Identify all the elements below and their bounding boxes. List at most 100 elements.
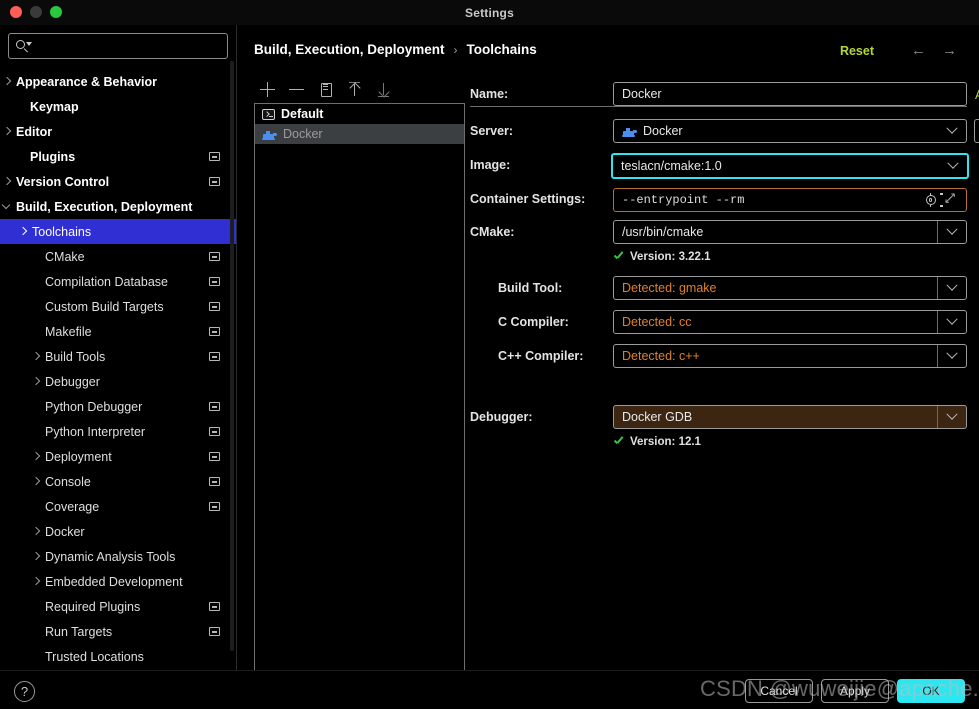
- sidebar-item-deployment[interactable]: Deployment: [0, 444, 236, 469]
- chevron-right-icon[interactable]: [31, 352, 41, 362]
- form-divider: [470, 106, 967, 107]
- sidebar-item-label: Compilation Database: [45, 274, 168, 289]
- project-scope-icon: [209, 602, 220, 611]
- chevron-right-icon[interactable]: [2, 127, 12, 137]
- forward-arrow-icon[interactable]: →: [942, 43, 957, 58]
- chevron-down-icon[interactable]: [2, 202, 12, 212]
- container-settings-gear-icon[interactable]: [924, 192, 943, 208]
- chevron-right-icon[interactable]: [31, 452, 41, 462]
- cpp-compiler-row: C++ Compiler: Detected: c++: [470, 339, 970, 373]
- cpp-compiler-value: Detected: c++: [622, 349, 700, 363]
- toolchain-list-item[interactable]: Docker: [255, 124, 464, 144]
- sidebar-item-run-targets[interactable]: Run Targets: [0, 619, 236, 644]
- project-scope-icon: [209, 302, 220, 311]
- move-up-icon[interactable]: [347, 81, 362, 97]
- sidebar-item-version-control[interactable]: Version Control: [0, 169, 236, 194]
- sidebar-item-build-execution-deployment[interactable]: Build, Execution, Deployment: [0, 194, 236, 219]
- c-compiler-chevron-down-icon[interactable]: [938, 311, 966, 333]
- settings-window: Settings Appearance & Behavior Keymap Edit…: [0, 0, 979, 709]
- add-environment-label: Add environment: [975, 88, 979, 102]
- chevron-right-icon[interactable]: [31, 377, 41, 387]
- settings-sidebar: Appearance & Behavior Keymap Editor Plugins…: [0, 25, 237, 670]
- zoom-window-button[interactable]: [50, 6, 62, 18]
- cancel-button[interactable]: Cancel: [745, 679, 813, 703]
- container-settings-label: Container Settings:: [470, 192, 586, 206]
- add-icon[interactable]: [260, 81, 275, 97]
- move-down-icon[interactable]: [376, 82, 391, 97]
- minimize-window-button[interactable]: [30, 6, 42, 18]
- back-arrow-icon[interactable]: ←: [911, 43, 926, 58]
- sidebar-item-makefile[interactable]: Makefile: [0, 319, 236, 344]
- copy-icon[interactable]: [318, 82, 333, 97]
- sidebar-item-label: Build, Execution, Deployment: [16, 199, 193, 214]
- add-environment-link[interactable]: Add environment ⌄: [975, 87, 979, 102]
- sidebar-item-label: Plugins: [30, 149, 76, 164]
- chevron-right-icon[interactable]: [31, 577, 41, 587]
- sidebar-item-dynamic-analysis-tools[interactable]: Dynamic Analysis Tools: [0, 544, 236, 569]
- sidebar-scrollbar[interactable]: [230, 61, 234, 651]
- breadcrumb-leaf: Toolchains: [466, 42, 537, 57]
- window-controls[interactable]: [10, 6, 62, 18]
- search-box[interactable]: [8, 33, 228, 59]
- sidebar-item-editor[interactable]: Editor: [0, 119, 236, 144]
- remove-icon[interactable]: [289, 82, 304, 97]
- container-settings-field[interactable]: --entrypoint --rm: [613, 188, 967, 212]
- cmake-chevron-down-icon[interactable]: [938, 221, 966, 243]
- cpp-compiler-combo[interactable]: Detected: c++: [613, 344, 967, 368]
- server-combo[interactable]: Docker: [613, 119, 967, 143]
- sidebar-item-compilation-database[interactable]: Compilation Database: [0, 269, 236, 294]
- breadcrumb-root[interactable]: Build, Execution, Deployment: [254, 42, 445, 57]
- sidebar-item-cmake[interactable]: CMake: [0, 244, 236, 269]
- c-compiler-combo[interactable]: Detected: cc: [613, 310, 967, 334]
- sidebar-item-custom-build-targets[interactable]: Custom Build Targets: [0, 294, 236, 319]
- help-icon[interactable]: ?: [14, 681, 35, 702]
- sidebar-item-required-plugins[interactable]: Required Plugins: [0, 594, 236, 619]
- name-field[interactable]: Docker: [613, 82, 967, 106]
- chevron-right-icon[interactable]: [2, 177, 12, 187]
- image-combo[interactable]: teslacn/cmake:1.0: [611, 153, 969, 179]
- sidebar-item-keymap[interactable]: Keymap: [0, 94, 236, 119]
- debugger-combo[interactable]: Docker GDB: [613, 405, 967, 429]
- sidebar-item-console[interactable]: Console: [0, 469, 236, 494]
- close-window-button[interactable]: [10, 6, 22, 18]
- sidebar-item-docker[interactable]: Docker: [0, 519, 236, 544]
- check-icon: [613, 437, 624, 448]
- sidebar-item-debugger[interactable]: Debugger: [0, 369, 236, 394]
- chevron-right-icon[interactable]: [31, 552, 41, 562]
- chevron-right-icon[interactable]: [31, 527, 41, 537]
- sidebar-item-toolchains[interactable]: Toolchains: [0, 219, 236, 244]
- cpp-compiler-chevron-down-icon[interactable]: [938, 345, 966, 367]
- expand-icon[interactable]: [944, 190, 958, 206]
- build-tool-value: Detected: gmake: [622, 281, 717, 295]
- build-tool-combo[interactable]: Detected: gmake: [613, 276, 967, 300]
- project-scope-icon: [209, 152, 220, 161]
- server-chevron-down-icon[interactable]: [938, 120, 966, 142]
- chevron-right-icon[interactable]: [18, 227, 28, 237]
- chevron-right-icon[interactable]: [2, 77, 12, 87]
- sidebar-item-coverage[interactable]: Coverage: [0, 494, 236, 519]
- cmake-combo[interactable]: /usr/bin/cmake: [613, 220, 967, 244]
- sidebar-item-label: Deployment: [45, 449, 112, 464]
- debugger-version-text: Version: 12.1: [630, 436, 701, 448]
- search-input[interactable]: [30, 39, 220, 53]
- container-settings-row: Container Settings: --entrypoint --rm: [470, 182, 970, 216]
- c-compiler-value: Detected: cc: [622, 315, 692, 329]
- server-settings-button[interactable]: [974, 119, 979, 143]
- apply-button[interactable]: Apply: [821, 679, 889, 703]
- ok-button[interactable]: OK: [897, 679, 965, 703]
- build-tool-chevron-down-icon[interactable]: [938, 277, 966, 299]
- sidebar-item-python-interpreter[interactable]: Python Interpreter: [0, 419, 236, 444]
- image-chevron-down-icon[interactable]: [939, 155, 967, 177]
- sidebar-item-python-debugger[interactable]: Python Debugger: [0, 394, 236, 419]
- reset-link[interactable]: Reset: [840, 44, 874, 58]
- sidebar-item-trusted-locations[interactable]: Trusted Locations: [0, 644, 236, 669]
- cmake-version: Version: 3.22.1: [613, 251, 711, 263]
- sidebar-item-appearance-behavior[interactable]: Appearance & Behavior: [0, 69, 236, 94]
- toolchain-list-item[interactable]: Default: [255, 104, 464, 124]
- chevron-right-icon[interactable]: [31, 477, 41, 487]
- sidebar-item-plugins[interactable]: Plugins: [0, 144, 236, 169]
- sidebar-item-embedded-development[interactable]: Embedded Development: [0, 569, 236, 594]
- debugger-chevron-down-icon[interactable]: [938, 406, 966, 428]
- sidebar-item-label: Docker: [45, 524, 85, 539]
- sidebar-item-build-tools[interactable]: Build Tools: [0, 344, 236, 369]
